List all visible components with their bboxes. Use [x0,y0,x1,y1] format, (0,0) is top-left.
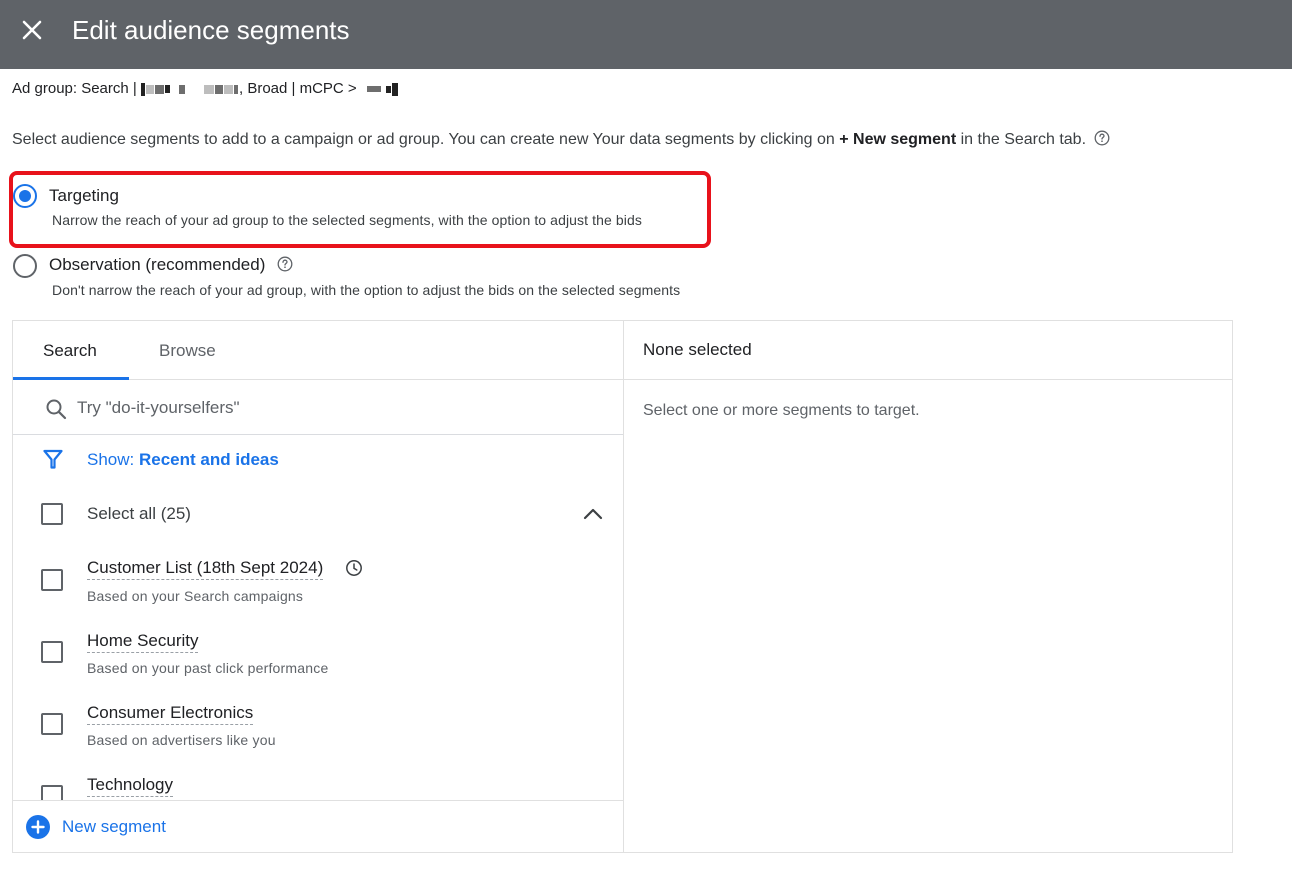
help-icon[interactable] [1094,130,1110,146]
filter-label: Show: Recent and ideas [87,450,279,469]
dialog-title: Edit audience segments [72,15,350,45]
redacted-block [140,80,239,97]
segment-name[interactable]: Customer List (18th Sept 2024) [87,558,324,580]
targeting-radio[interactable] [13,184,37,208]
show-filter[interactable]: Show: Recent and ideas [13,436,623,482]
segment-list: Select all (25) Customer List (18th Sept… [13,482,623,800]
ad-group-middle: , Broad | mCPC > [238,80,361,97]
segment-source: Based on advertisers like you [87,732,276,748]
segment-checkbox[interactable] [41,785,63,800]
add-circle-icon [26,815,50,839]
select-all-label[interactable]: Select all (25) [87,504,191,524]
selected-empty-state: Select one or more segments to target. [643,402,920,419]
segment-name[interactable]: Technology [87,775,174,797]
tab-browse[interactable]: Browse [159,341,216,361]
intro-text: Select audience segments to add to a cam… [12,130,1110,150]
observation-description: Don't narrow the reach of your ad group,… [52,282,681,298]
targeting-description: Narrow the reach of your ad group to the… [52,212,642,228]
filter-value: Recent and ideas [138,450,279,469]
selected-panel-header: None selected [624,321,1232,380]
segment-checkbox[interactable] [41,713,63,735]
segment-name[interactable]: Consumer Electronics [87,703,254,725]
selected-count: None selected [643,340,752,359]
segment-search-input[interactable] [77,396,597,420]
tab-bar: Search Browse [13,321,623,380]
ad-group-info: Ad group: Search | , Broad | mCPC > [12,80,399,98]
targeting-highlight-box [9,171,711,248]
ad-group-prefix: Ad group: Search | [12,80,141,97]
segment-checkbox[interactable] [41,641,63,663]
filter-icon [43,449,63,469]
chevron-up-icon[interactable] [581,502,605,526]
observation-label[interactable]: Observation (recommended) [49,255,293,275]
panel-divider [623,321,624,852]
segment-name[interactable]: Home Security [87,631,199,653]
tab-search[interactable]: Search [43,341,97,361]
help-icon[interactable] [277,256,293,272]
clock-icon [346,560,362,576]
search-row [13,380,623,435]
search-icon [46,399,67,420]
close-button[interactable] [18,16,46,44]
observation-radio[interactable] [13,254,37,278]
dialog-header: Edit audience segments [0,0,1292,69]
redacted-block [361,80,399,97]
new-segment-label: New segment [62,817,166,836]
segment-checkbox[interactable] [41,569,63,591]
select-all-checkbox[interactable] [41,503,63,525]
close-icon[interactable] [21,19,43,41]
segment-source: Based on your past click performance [87,660,329,676]
new-segment-button[interactable]: New segment [13,800,623,852]
targeting-label[interactable]: Targeting [49,186,119,206]
new-segment-hint: + New segment [839,131,957,148]
segment-picker-panel: Search Browse Show: Recent and ideas Sel… [12,320,1233,853]
segment-source: Based on your Search campaigns [87,588,304,604]
